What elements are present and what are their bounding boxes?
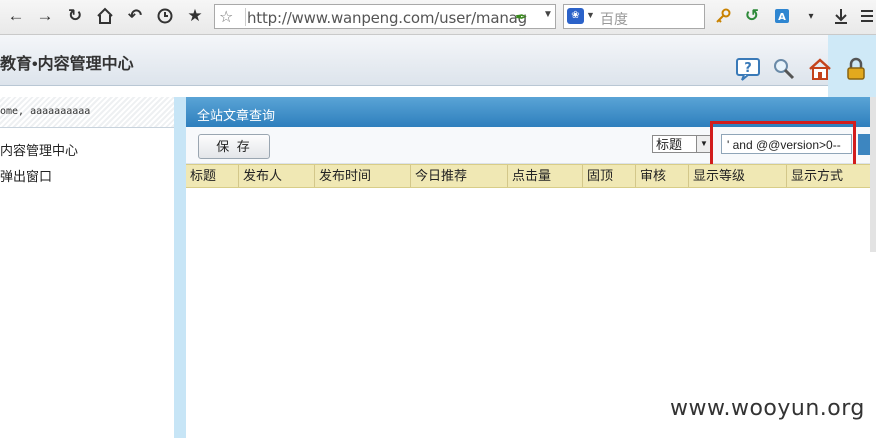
translate-icon[interactable]: A: [771, 5, 793, 27]
panel-title: 全站文章查询: [197, 108, 276, 123]
search-placeholder[interactable]: 百度: [600, 9, 628, 29]
paw-icon[interactable]: ❀: [567, 8, 584, 24]
lock-icon[interactable]: [844, 57, 868, 81]
menu-chevron-icon[interactable]: ▾: [800, 5, 822, 27]
watermark: www.wooyun.org: [670, 396, 865, 421]
key-icon[interactable]: [712, 5, 734, 27]
table-header: 标题 发布人 发布时间 今日推荐 点击量 固顶 审核 显示等级 显示方式: [186, 164, 876, 188]
extension-icon[interactable]: ✒: [515, 8, 528, 26]
home-icon[interactable]: [94, 5, 116, 27]
star-outline-icon[interactable]: ☆: [219, 7, 233, 27]
search-icon[interactable]: [772, 57, 796, 81]
welcome-text: ome, aaaaaaaaaa: [0, 106, 91, 117]
url-bar[interactable]: ☆ http://www.wanpeng.com/user/manage ✒ ▼: [214, 4, 556, 29]
browser-search-box[interactable]: ❀ ▼ 百度: [563, 4, 705, 29]
save-button[interactable]: 保 存: [198, 134, 270, 159]
sidebar-item-popup[interactable]: 弹出窗口: [0, 166, 52, 185]
bookmark-star-icon[interactable]: ★: [184, 5, 206, 27]
chevron-down-icon[interactable]: ▼: [696, 136, 711, 152]
refresh-green-icon[interactable]: ↺: [741, 5, 763, 27]
site-title: 教育•内容管理中心: [0, 56, 134, 73]
column-header[interactable]: 点击量: [508, 165, 583, 187]
help-icon[interactable]: ?: [736, 57, 760, 81]
url-text[interactable]: http://www.wanpeng.com/user/manage: [247, 9, 527, 27]
column-header[interactable]: 发布人: [239, 165, 315, 187]
home-icon[interactable]: [808, 57, 832, 81]
sidebar: ome, aaaaaaaaaa 内容管理中心 弹出窗口: [0, 97, 175, 438]
download-icon[interactable]: [830, 5, 852, 27]
search-field-select-value: 标题: [656, 137, 683, 152]
history-icon[interactable]: [154, 5, 176, 27]
forward-icon[interactable]: →: [34, 5, 56, 27]
main-panel: 全站文章查询 保 存 标题 ▼ ' and @@version>0-- 标题 发…: [186, 97, 876, 438]
column-header[interactable]: 显示等级: [689, 165, 787, 187]
chevron-down-icon[interactable]: ▼: [586, 10, 595, 20]
column-header[interactable]: 固顶: [583, 165, 636, 187]
sidebar-divider[interactable]: [174, 97, 186, 438]
column-header[interactable]: 审核: [636, 165, 689, 187]
reload-icon[interactable]: ↻: [64, 5, 86, 27]
scrollbar[interactable]: [870, 97, 876, 252]
hamburger-menu-icon[interactable]: [856, 5, 876, 27]
sidebar-item-content-center[interactable]: 内容管理中心: [0, 140, 78, 159]
undo-icon[interactable]: ↶: [124, 5, 146, 27]
browser-toolbar: ← → ↻ ↶ ★ ☆ http://www.wanpeng.com/user/…: [0, 0, 876, 35]
header-right-area: [809, 35, 876, 97]
page-header: 教育•内容管理中心 ?: [0, 35, 828, 86]
back-icon[interactable]: ←: [5, 5, 27, 27]
welcome-bar: ome, aaaaaaaaaa: [0, 97, 174, 128]
column-header[interactable]: 发布时间: [315, 165, 411, 187]
chevron-down-icon[interactable]: ▼: [543, 9, 553, 20]
column-header[interactable]: 显示方式: [787, 165, 876, 187]
svg-text:?: ?: [744, 61, 752, 76]
search-field-select[interactable]: 标题 ▼: [652, 135, 712, 153]
svg-text:A: A: [778, 12, 786, 23]
column-header[interactable]: 标题: [186, 165, 239, 187]
column-header[interactable]: 今日推荐: [411, 165, 508, 187]
